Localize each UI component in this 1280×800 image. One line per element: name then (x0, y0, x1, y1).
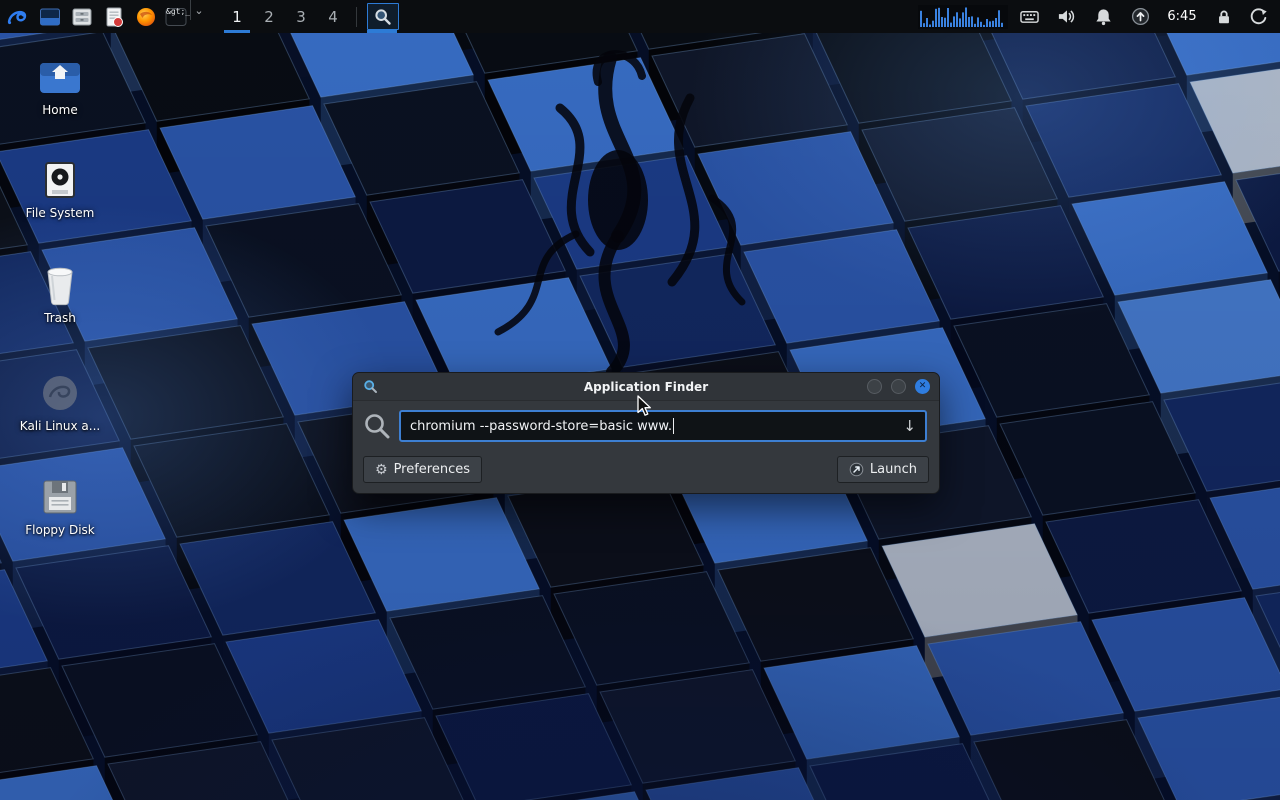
launch-icon (849, 462, 864, 477)
desktop-icon-label: Kali Linux a... (14, 419, 106, 433)
home-icon (38, 57, 82, 97)
workspace-1[interactable]: 1 (221, 0, 253, 33)
workspace-3[interactable]: 3 (285, 0, 317, 33)
notifications[interactable] (1085, 0, 1122, 33)
finder-window-icon (363, 379, 378, 394)
desktop-icon-label: Trash (14, 311, 106, 325)
maximize-button[interactable] (891, 379, 906, 394)
desktop-root: &gt;_ ⌄ 1 2 3 4 (0, 0, 1280, 800)
top-panel: &gt;_ ⌄ 1 2 3 4 (0, 0, 1280, 33)
desktop-icon-file-system[interactable]: File System (14, 157, 106, 220)
firefox-icon (135, 6, 157, 28)
magnifier-icon (374, 8, 392, 26)
terminal-prompt-glyph: &gt;_ (166, 7, 190, 16)
volume-control[interactable] (1048, 0, 1085, 33)
button-row: ⚙ Preferences Launch (353, 449, 939, 493)
floppy-disk-icon (40, 477, 80, 517)
screen-lock[interactable] (1205, 0, 1242, 33)
taskbar-window-file-manager[interactable] (66, 0, 98, 33)
kali-logo-icon (5, 5, 29, 29)
search-icon (363, 412, 391, 440)
lock-icon (1215, 8, 1233, 26)
update-arrow-icon (1131, 7, 1150, 26)
text-editor-icon (103, 6, 125, 28)
bell-icon (1094, 7, 1113, 26)
workspace-4[interactable]: 4 (317, 0, 349, 33)
applications-menu-button[interactable] (0, 0, 34, 33)
close-button[interactable]: ✕ (915, 379, 930, 394)
minimize-button[interactable] (867, 379, 882, 394)
desktop-icon-floppy-disk[interactable]: Floppy Disk (14, 474, 106, 537)
workspace-active-indicator (224, 30, 250, 33)
file-system-icon (40, 160, 80, 200)
file-manager-icon (71, 6, 93, 28)
speaker-icon (1057, 7, 1076, 26)
keyboard-icon (1020, 7, 1039, 26)
trash-icon (42, 264, 78, 306)
titlebar[interactable]: Application Finder ✕ (353, 373, 939, 401)
taskbar-window-desktop[interactable] (34, 0, 66, 33)
taskbar-window-text-editor[interactable] (98, 0, 130, 33)
taskbar-application-finder[interactable] (364, 0, 400, 33)
cpu-graph[interactable] (915, 0, 1011, 33)
active-task-indicator (367, 30, 397, 33)
window-icon (39, 6, 61, 28)
desktop-icon-trash[interactable]: Trash (14, 262, 106, 325)
search-input-value: chromium --password-store=basic www. (410, 419, 672, 434)
history-dropdown-icon[interactable]: ↓ (900, 417, 919, 435)
gear-icon: ⚙ (375, 463, 388, 477)
workspace-2[interactable]: 2 (253, 0, 285, 33)
panel-separator (356, 7, 357, 27)
search-input[interactable]: chromium --password-store=basic www. ↓ (399, 410, 927, 442)
taskbar-window-terminal[interactable]: &gt;_ (162, 0, 190, 33)
launch-button[interactable]: Launch (837, 456, 929, 483)
session-logout[interactable] (1242, 0, 1274, 33)
kali-docs-icon (40, 373, 80, 413)
terminal-dropdown-chevron[interactable]: ⌄ (190, 0, 207, 20)
desktop-icon-kali-linux[interactable]: Kali Linux a... (14, 370, 106, 433)
desktop-icon-label: Floppy Disk (14, 523, 106, 537)
keyboard-layout-indicator[interactable] (1011, 0, 1048, 33)
taskbar-window-firefox[interactable] (130, 0, 162, 33)
clock[interactable]: 6:45 (1159, 0, 1205, 33)
preferences-button[interactable]: ⚙ Preferences (363, 456, 482, 483)
application-finder-window: Application Finder ✕ chrom (352, 372, 940, 494)
window-title: Application Finder (353, 380, 939, 394)
software-updates[interactable] (1122, 0, 1159, 33)
desktop-icon-label: Home (14, 103, 106, 117)
system-tray: 6:45 (915, 0, 1280, 33)
desktop-icon-home[interactable]: Home (14, 54, 106, 117)
logout-icon (1249, 7, 1268, 26)
text-caret (673, 418, 674, 434)
cpu-graph-icon (918, 5, 1008, 29)
search-row: chromium --password-store=basic www. ↓ (353, 401, 939, 449)
desktop-icon-label: File System (14, 206, 106, 220)
